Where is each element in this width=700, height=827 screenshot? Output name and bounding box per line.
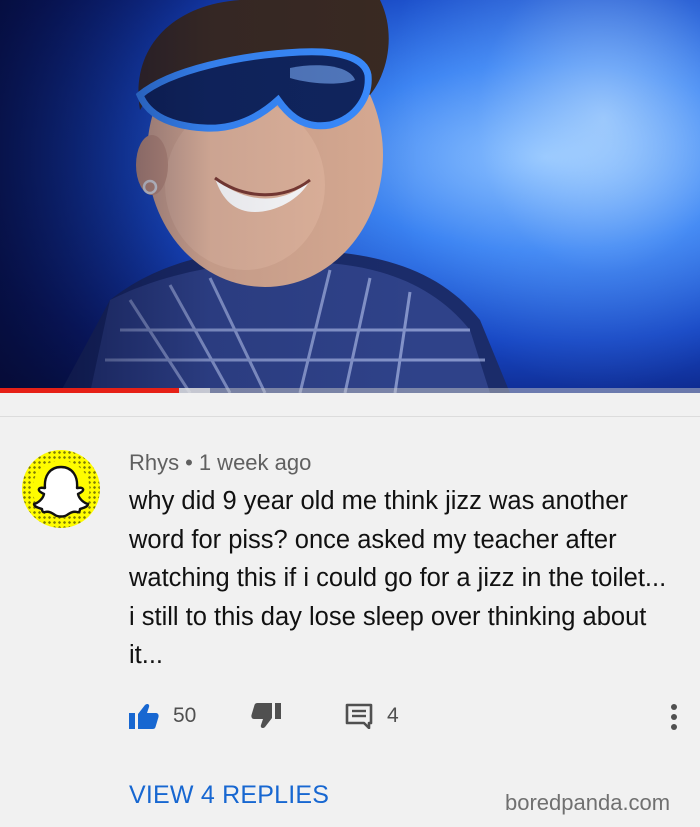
reply-button[interactable]: 4 — [345, 700, 399, 732]
meta-separator: • — [185, 450, 193, 475]
watermark: boredpanda.com — [505, 790, 671, 815]
thumbs-up-icon — [129, 703, 159, 729]
avatar[interactable] — [22, 450, 100, 528]
like-count: 50 — [173, 704, 197, 727]
thumbs-down-icon — [251, 703, 281, 729]
video-player[interactable] — [0, 0, 700, 393]
video-progress-fill — [0, 388, 179, 393]
more-vertical-icon[interactable] — [664, 703, 684, 731]
comment-time: 1 week ago — [198, 450, 312, 475]
like-button[interactable]: 50 — [129, 700, 196, 732]
comment-meta: Rhys • 1 week ago — [129, 450, 311, 476]
video-progress-bar[interactable] — [0, 388, 700, 393]
comment-text: why did 9 year old me think jizz was ano… — [129, 487, 667, 669]
dislike-button[interactable] — [251, 700, 281, 732]
view-replies-button[interactable]: VIEW 4 REPLIES — [129, 781, 329, 810]
reply-count: 4 — [387, 704, 399, 727]
comment-icon — [345, 703, 373, 729]
comment-author[interactable]: Rhys — [129, 450, 179, 475]
snapchat-ghost-icon — [32, 465, 90, 518]
section-divider — [0, 416, 700, 417]
video-vignette — [0, 0, 700, 393]
